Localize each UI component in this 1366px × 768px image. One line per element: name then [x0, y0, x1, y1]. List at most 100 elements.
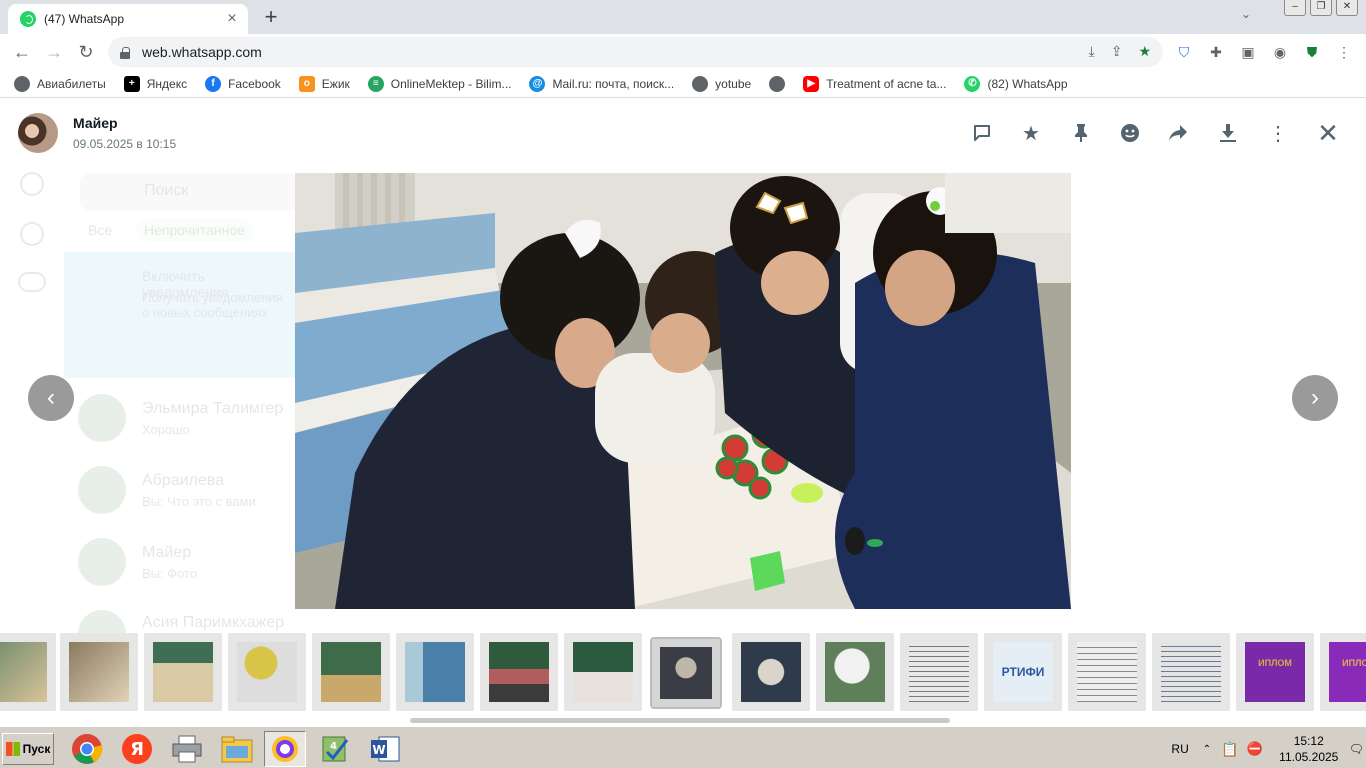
bookmark-yandex[interactable]: + Яндекс [123, 75, 187, 92]
thumbnail[interactable] [816, 633, 894, 711]
channels-icon [20, 222, 44, 246]
language-indicator[interactable]: RU [1171, 742, 1188, 756]
star-icon[interactable]: ★ [1019, 121, 1043, 145]
bookmark-yotube[interactable]: yotube [692, 75, 751, 92]
forward-icon[interactable] [1166, 121, 1190, 145]
menu-icon[interactable]: ⋮ [1266, 121, 1290, 145]
viewer-header: Майер 09.05.2025 в 10:15 ★ ⋮ ✕ [0, 102, 1366, 162]
reload-button[interactable]: ↻ [70, 36, 102, 68]
browser-tab[interactable]: (47) WhatsApp × [8, 4, 248, 34]
chat-name: Майер [142, 544, 192, 561]
printer-icon[interactable] [166, 731, 208, 767]
yandex-browser-icon[interactable]: Я [116, 731, 158, 767]
clock[interactable]: 15:12 11.05.2025 [1273, 733, 1345, 765]
thumbnail[interactable] [0, 633, 56, 711]
thumbnail[interactable]: РТИФИ [984, 633, 1062, 711]
url-text: web.whatsapp.com [142, 44, 262, 60]
previous-media-button[interactable]: ‹ [28, 375, 74, 421]
bookmark-aviabilety[interactable]: Авиабилеты [14, 75, 106, 92]
reply-icon[interactable] [970, 121, 994, 145]
explorer-icon[interactable] [216, 731, 258, 767]
whatsapp-icon [20, 11, 36, 27]
bookmark-whatsapp[interactable]: ✆ (82) WhatsApp [964, 75, 1068, 92]
adguard-icon[interactable]: ⛊ [1302, 42, 1322, 62]
minimize-button[interactable]: – [1284, 0, 1306, 16]
thumbnail[interactable]: ИПЛОМ [1320, 633, 1366, 711]
thumbnail[interactable] [396, 633, 474, 711]
media-viewer: Поиск Все Непрочитанное Включить уведомл… [0, 102, 1366, 726]
media-photo[interactable] [295, 173, 1071, 609]
bookmark-globe[interactable] [769, 75, 786, 92]
lock-icon[interactable] [120, 46, 130, 59]
security-icon[interactable] [264, 731, 306, 767]
extensions-icon[interactable]: ✚ [1206, 42, 1226, 62]
chrome-icon[interactable] [66, 731, 108, 767]
word-icon[interactable]: W [364, 731, 406, 767]
thumbnail[interactable] [144, 633, 222, 711]
classroom-photo [295, 173, 1071, 609]
start-button[interactable]: Пуск [2, 733, 54, 765]
new-tab-button[interactable]: + [260, 6, 282, 28]
network-icon[interactable]: ⛔ [1247, 741, 1263, 757]
thumbnail[interactable]: ИПЛОМ [1236, 633, 1314, 711]
tab-title: (47) WhatsApp [44, 12, 125, 26]
bookmark-ezhik[interactable]: o Ежик [298, 75, 350, 92]
thumbnail[interactable] [228, 633, 306, 711]
sender-avatar[interactable] [18, 113, 58, 153]
tab-close-icon[interactable]: × [224, 11, 240, 27]
close-icon[interactable]: ✕ [1316, 118, 1340, 148]
thumbnail[interactable] [564, 633, 642, 711]
notification-icon[interactable]: 🗨 [1349, 742, 1364, 756]
bookmark-facebook[interactable]: f Facebook [205, 75, 281, 92]
yandex-icon: + [123, 75, 140, 92]
browser-toolbar: ← → ↻ web.whatsapp.com ⤓ ⇪ ★ [0, 34, 1366, 70]
facebook-icon: f [205, 75, 222, 92]
emoji-icon[interactable] [1118, 121, 1142, 145]
side-panel-icon[interactable]: ▣ [1238, 42, 1258, 62]
bookmark-acne-video[interactable]: ▶ Treatment of acne ta... [803, 75, 946, 92]
pin-icon[interactable] [1069, 121, 1093, 145]
tab-search-icon[interactable]: ⌄ [1238, 7, 1254, 23]
thumbnail[interactable] [480, 633, 558, 711]
chat-name: Абраилева [142, 472, 225, 489]
thumbnail-selected[interactable] [650, 637, 722, 709]
filter-unread: Непрочитанное [136, 218, 253, 242]
thumbnail[interactable] [732, 633, 810, 711]
thumbnail[interactable] [312, 633, 390, 711]
download-icon[interactable] [1216, 121, 1240, 145]
notepad-icon[interactable]: 4 [314, 731, 356, 767]
chrome-menu-icon[interactable]: ⋮ [1334, 42, 1354, 62]
svg-text:W: W [372, 743, 385, 757]
chat-name: Асия Паримкхажер [142, 614, 285, 631]
clock-time: 15:12 [1293, 734, 1324, 748]
filter-all: Все [88, 222, 113, 238]
thumbnail[interactable] [1068, 633, 1146, 711]
thumbnail-scrollbar[interactable] [410, 718, 950, 723]
bookmark-star-icon[interactable]: ★ [1138, 43, 1151, 60]
share-icon[interactable]: ⇪ [1111, 43, 1123, 60]
thumbnail[interactable] [900, 633, 978, 711]
profile-icon[interactable]: ◉ [1270, 42, 1290, 62]
restore-button[interactable]: ❐ [1310, 0, 1332, 16]
sender-name: Майер [73, 115, 118, 131]
address-bar[interactable]: web.whatsapp.com ⤓ ⇪ ★ [108, 37, 1163, 67]
next-media-button[interactable]: › [1292, 375, 1338, 421]
window-controls: – ❐ ✕ [1284, 0, 1358, 16]
chat-avatar [78, 394, 126, 442]
thumbnail[interactable] [1152, 633, 1230, 711]
bookmark-onlinemektep[interactable]: ≡ OnlineMektep - Bilim... [367, 75, 511, 92]
chat-name: Эльмира Талимгер [142, 400, 284, 417]
odnoklassniki-icon: o [298, 75, 315, 92]
chat-avatar [78, 538, 126, 586]
install-icon[interactable]: ⤓ [1089, 43, 1095, 60]
tray-expand-icon[interactable]: ⌃ [1203, 744, 1211, 755]
clock-date: 11.05.2025 [1279, 750, 1339, 764]
bookmark-mailru[interactable]: @ Mail.ru: почта, поиск... [529, 75, 674, 92]
clipboard-icon[interactable]: 📋 [1221, 741, 1238, 758]
thumbnail[interactable] [60, 633, 138, 711]
back-button[interactable]: ← [6, 36, 38, 68]
search-placeholder: Поиск [144, 182, 189, 199]
close-window-button[interactable]: ✕ [1336, 0, 1358, 16]
vpn-extension-icon[interactable]: ⛉ [1174, 42, 1194, 62]
forward-button[interactable]: → [38, 36, 70, 68]
